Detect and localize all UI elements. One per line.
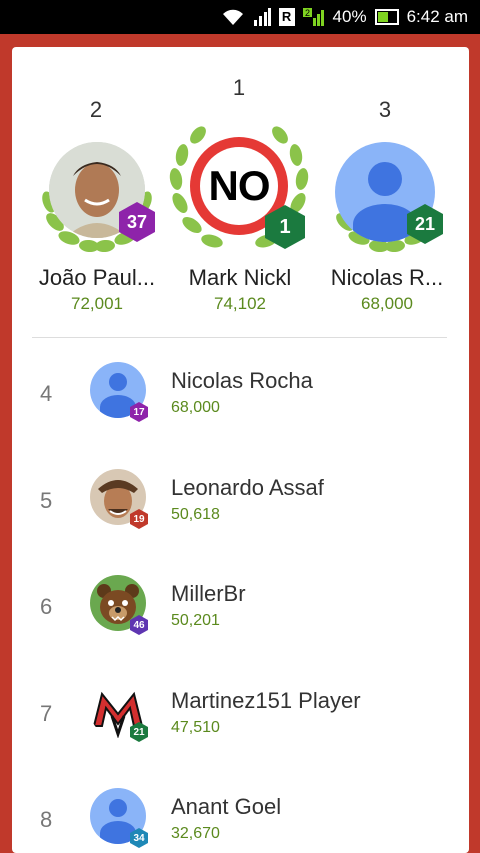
battery-icon: [374, 9, 399, 25]
level-number: 46: [133, 619, 145, 631]
row-score: 47,510: [171, 719, 220, 736]
status-bar: R 2 40% 6:42 am: [0, 0, 480, 34]
podium-name: Nicolas R...: [330, 265, 444, 290]
divider: [32, 337, 447, 338]
row-score: 50,618: [171, 506, 220, 523]
podium-rank: 1: [232, 75, 246, 100]
podium-rank: 2: [89, 97, 103, 122]
row-rank: 7: [40, 701, 53, 726]
network-badge: 2: [305, 8, 310, 18]
row-rank: 5: [40, 488, 53, 513]
podium-name: Mark Nickl: [188, 265, 292, 290]
level-number: 1: [279, 215, 291, 238]
list-item[interactable]: 5 19 Leonardo Assaf 50,618: [12, 459, 469, 565]
level-number: 34: [133, 832, 145, 844]
row-name: Anant Goel: [171, 794, 282, 819]
podium-name: João Paul...: [38, 265, 156, 290]
list-item[interactable]: 6 46 MillerBr 50,201: [12, 565, 469, 671]
row-rank: 6: [40, 594, 53, 619]
battery-percent: 40%: [332, 7, 367, 26]
podium-avatar[interactable]: 37: [37, 132, 157, 257]
level-number: 37: [126, 211, 148, 232]
row-score: 68,000: [171, 399, 220, 416]
row-rank: 8: [40, 807, 53, 832]
level-number: 17: [133, 406, 145, 418]
level-number: 21: [414, 213, 436, 234]
row-name: Martinez151 Player: [171, 688, 361, 713]
podium-score: 72,001: [71, 294, 123, 313]
row-score: 32,670: [171, 825, 220, 842]
list-item[interactable]: 4 17 Nicolas Rocha 68,000: [12, 352, 469, 458]
podium-score: 68,000: [361, 294, 413, 313]
row-rank: 4: [40, 381, 53, 406]
list-item[interactable]: 8 34 Anant Goel 32,670: [12, 778, 469, 853]
podium-rank: 3: [378, 97, 392, 122]
podium-score: 74,102: [214, 294, 266, 313]
podium-avatar[interactable]: NO 1: [168, 117, 310, 257]
row-score: 50,201: [171, 612, 220, 629]
signal-icon: [253, 8, 271, 26]
podium-avatar[interactable]: 21: [327, 132, 447, 257]
wifi-icon: [221, 8, 245, 26]
level-number: 19: [133, 513, 145, 525]
row-name: Leonardo Assaf: [171, 475, 324, 500]
list-item[interactable]: 7 21 Martinez151 Player 47,510: [12, 672, 469, 778]
level-number: 21: [133, 726, 145, 738]
network-signal-icon: 2: [302, 8, 325, 26]
sim-badge: R: [278, 8, 295, 26]
row-name: MillerBr: [171, 581, 246, 606]
avatar-text: NO: [208, 162, 271, 209]
clock: 6:42 am: [406, 7, 468, 26]
leaderboard-card: 2 37 João Paul... 72,001 1 NO 1 Mark Nic…: [12, 47, 469, 853]
scrollbar[interactable]: [457, 837, 469, 853]
row-name: Nicolas Rocha: [171, 368, 313, 393]
